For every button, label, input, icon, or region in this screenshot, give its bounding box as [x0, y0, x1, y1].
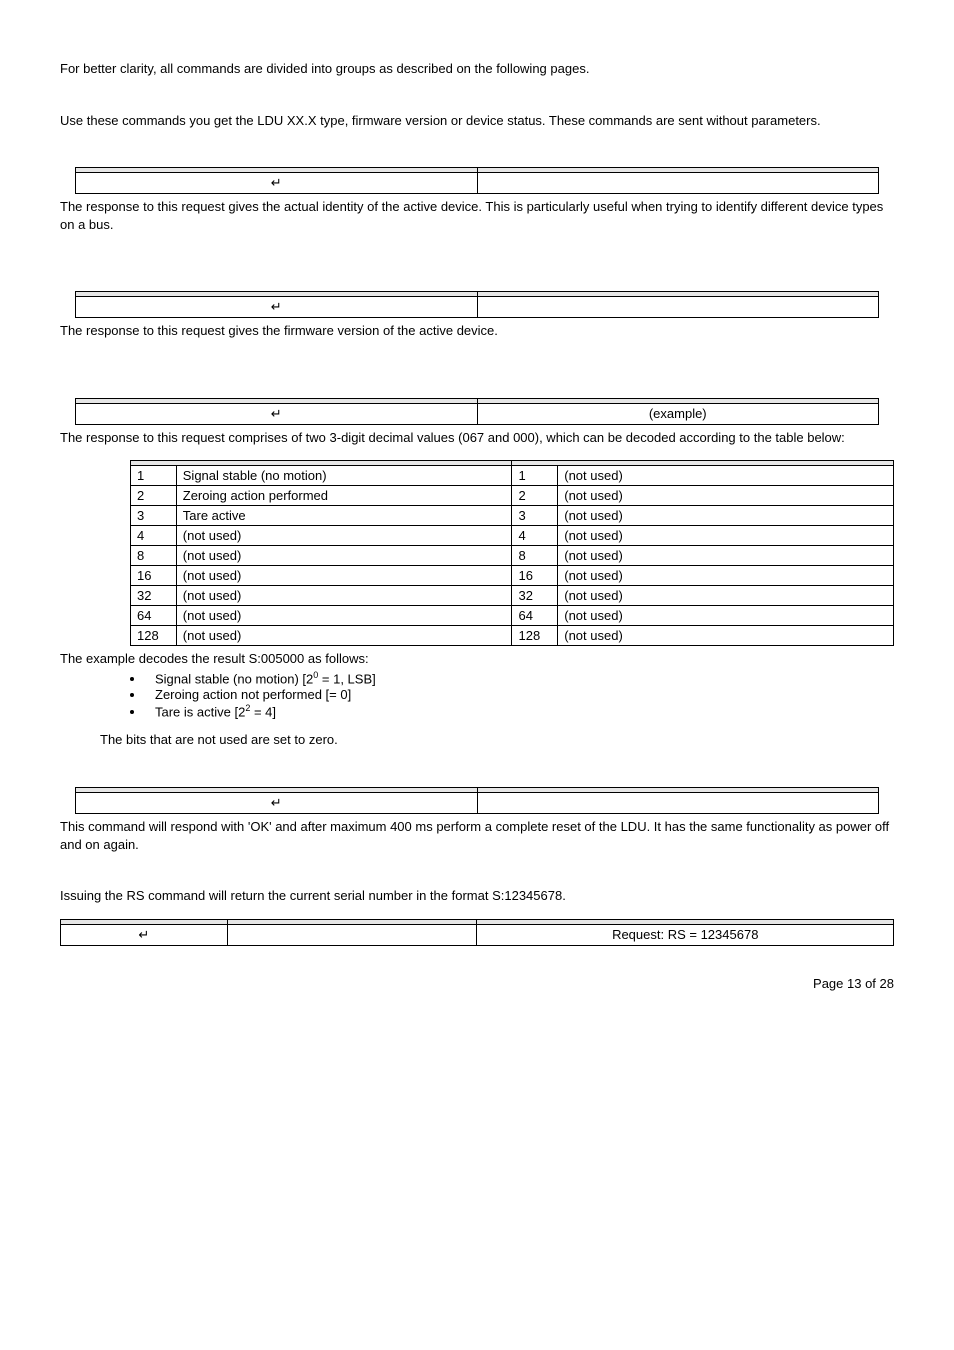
- status-desc: (not used): [176, 586, 512, 606]
- enter-symbol: ↵: [76, 297, 478, 318]
- status-desc: (not used): [558, 566, 894, 586]
- status-decode-table: 1Signal stable (no motion)1(not used)2Ze…: [130, 460, 894, 646]
- status-desc: (not used): [176, 566, 512, 586]
- bullet-item: Signal stable (no motion) [20 = 1, LSB]: [145, 670, 894, 686]
- iv-command-table: ↵: [75, 291, 879, 318]
- status-desc: (not used): [558, 466, 894, 486]
- status-desc: (not used): [176, 526, 512, 546]
- is-command-table: ↵ (example): [75, 398, 879, 425]
- status-code: 32: [131, 586, 177, 606]
- status-code: 8: [512, 546, 558, 566]
- status-desc: Zeroing action performed: [176, 486, 512, 506]
- decode-bullets: Signal stable (no motion) [20 = 1, LSB] …: [60, 670, 894, 720]
- status-desc: (not used): [558, 506, 894, 526]
- iv-desc: The response to this request gives the f…: [60, 322, 894, 340]
- status-desc: (not used): [558, 546, 894, 566]
- status-code: 2: [131, 486, 177, 506]
- bullet-item: Tare is active [22 = 4]: [145, 703, 894, 719]
- status-code: 64: [512, 606, 558, 626]
- page-footer: Page 13 of 28: [60, 976, 894, 991]
- status-code: 4: [131, 526, 177, 546]
- status-code: 3: [131, 506, 177, 526]
- status-code: 16: [131, 566, 177, 586]
- status-code: 16: [512, 566, 558, 586]
- status-code: 2: [512, 486, 558, 506]
- intro-text: For better clarity, all commands are div…: [60, 60, 894, 78]
- status-code: 64: [131, 606, 177, 626]
- status-desc: Signal stable (no motion): [176, 466, 512, 486]
- enter-symbol: ↵: [76, 403, 478, 424]
- status-desc: (not used): [558, 626, 894, 646]
- rs-command-table: ↵ Request: RS = 12345678: [60, 919, 894, 946]
- is-example: (example): [477, 403, 879, 424]
- id-desc: The response to this request gives the a…: [60, 198, 894, 233]
- is-desc: The response to this request comprises o…: [60, 429, 894, 447]
- sr-command-table: ↵: [75, 787, 879, 814]
- status-desc: (not used): [558, 526, 894, 546]
- enter-symbol: ↵: [61, 924, 228, 945]
- status-desc: (not used): [558, 486, 894, 506]
- status-code: 128: [131, 626, 177, 646]
- enter-symbol: ↵: [76, 793, 478, 814]
- bits-zero: The bits that are not used are set to ze…: [100, 731, 894, 749]
- id-command-table: ↵: [75, 167, 879, 194]
- status-code: 3: [512, 506, 558, 526]
- status-desc: (not used): [176, 606, 512, 626]
- status-desc: (not used): [176, 626, 512, 646]
- system-intro: Use these commands you get the LDU XX.X …: [60, 112, 894, 130]
- status-code: 1: [131, 466, 177, 486]
- enter-symbol: ↵: [76, 173, 478, 194]
- status-code: 8: [131, 546, 177, 566]
- decode-intro: The example decodes the result S:005000 …: [60, 650, 894, 668]
- status-desc: (not used): [558, 606, 894, 626]
- status-code: 32: [512, 586, 558, 606]
- rs-intro: Issuing the RS command will return the c…: [60, 887, 894, 905]
- status-desc: (not used): [176, 546, 512, 566]
- status-code: 4: [512, 526, 558, 546]
- sr-desc: This command will respond with 'OK' and …: [60, 818, 894, 853]
- bullet-item: Zeroing action not performed [= 0]: [145, 687, 894, 702]
- status-code: 128: [512, 626, 558, 646]
- status-desc: (not used): [558, 586, 894, 606]
- status-desc: Tare active: [176, 506, 512, 526]
- status-code: 1: [512, 466, 558, 486]
- rs-request: Request: RS = 12345678: [477, 924, 894, 945]
